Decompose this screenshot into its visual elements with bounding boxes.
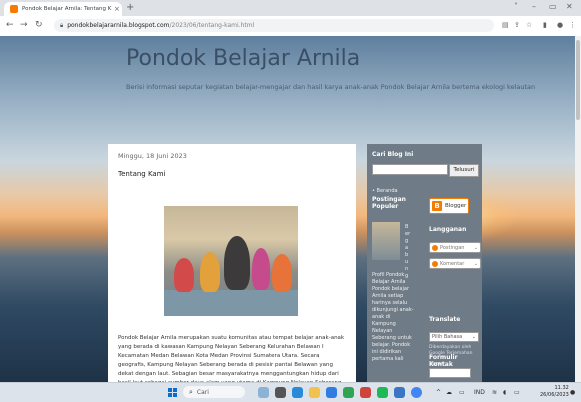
file-explorer-icon[interactable] — [309, 387, 320, 398]
tab-strip: Pondok Belajar Arnila: Tentang K × + ˅ –… — [0, 0, 581, 16]
windows-start-icon[interactable] — [168, 388, 177, 397]
start-tile — [173, 393, 177, 397]
translate-select-label: Pilih Bahasa — [432, 334, 463, 340]
app-icon[interactable] — [343, 387, 354, 398]
app-icon[interactable] — [360, 387, 371, 398]
beranda-link[interactable]: • Beranda — [372, 188, 398, 195]
lock-icon[interactable]: 🔒︎ — [60, 22, 63, 30]
chevron-down-icon: ⌄ — [471, 334, 476, 340]
chrome-icon[interactable] — [411, 387, 422, 398]
tab-title: Pondok Belajar Arnila: Tentang K — [22, 6, 112, 12]
reload-icon[interactable]: ↻ — [35, 20, 43, 30]
reader-mode-icon[interactable]: ▤ — [502, 21, 509, 29]
word-icon[interactable] — [394, 387, 405, 398]
tray-chevron-icon[interactable]: ^ — [436, 389, 441, 396]
rss-icon — [432, 244, 438, 251]
url-path: /2023/06/tentang-kami.html — [169, 22, 255, 29]
bookmark-star-icon[interactable]: ☆ — [526, 21, 532, 29]
edge-icon[interactable] — [292, 387, 303, 398]
task-view-icon[interactable] — [275, 387, 286, 398]
window-close-icon[interactable]: ✕ — [566, 2, 573, 11]
popular-posts-title: Postingan Populer — [372, 196, 406, 210]
post-date: Minggu, 18 Juni 2023 — [118, 152, 187, 160]
side-panel-icon[interactable]: ▮ — [543, 21, 547, 29]
url-host: pondokbelajararnila.blogspot.com — [67, 22, 170, 29]
child-figure — [200, 252, 220, 292]
search-button[interactable]: Telusuri — [449, 164, 479, 177]
profile-icon[interactable]: ● — [557, 21, 563, 29]
blogger-label: Blogger — [445, 203, 467, 209]
search-icon: ⌕ — [189, 387, 193, 396]
child-figure — [252, 248, 270, 290]
post-title: Tentang Kami — [118, 170, 166, 178]
beranda-label: Beranda — [376, 188, 398, 194]
blog-title[interactable]: Pondok Belajar Arnila — [126, 46, 360, 71]
tab-close-icon[interactable]: × — [114, 5, 120, 13]
share-icon[interactable]: ⇪ — [514, 21, 520, 29]
scrollbar-thumb[interactable] — [576, 40, 580, 120]
contact-name-label: Nama — [429, 361, 444, 367]
spotify-icon[interactable] — [377, 387, 388, 398]
address-bar[interactable]: 🔒︎ pondokbelajararnila.blogspot.com /202… — [54, 19, 494, 32]
blog-description: Berisi informasi seputar kegiatan belaja… — [126, 83, 536, 91]
subscribe-posts-dropdown[interactable]: Postingan ⌄ — [429, 242, 481, 253]
sub-posts-label: Postingan — [440, 244, 465, 251]
start-tile — [168, 388, 172, 392]
notification-icon[interactable]: ● — [570, 389, 575, 396]
cloud-icon[interactable]: ☁ — [446, 389, 452, 396]
sub-comments-label: Komentar — [440, 260, 465, 267]
clock-time: 11.32 — [554, 385, 569, 391]
subscribe-comments-dropdown[interactable]: Komentar ⌄ — [429, 258, 481, 269]
adult-figure — [224, 236, 250, 290]
battery-icon[interactable]: ▭ — [514, 389, 520, 396]
translate-language-select[interactable]: Pilih Bahasa ⌄ — [429, 332, 479, 342]
blogger-button[interactable]: B Blogger — [429, 198, 469, 214]
forward-icon[interactable]: → — [20, 20, 28, 30]
taskbar-clock[interactable]: 11.32 26/06/2023 — [540, 385, 569, 399]
subscribe-title: Langganan — [429, 226, 467, 233]
widgets-icon[interactable] — [258, 387, 269, 398]
volume-icon[interactable]: ◖ — [503, 389, 506, 396]
post-container: Minggu, 18 Juni 2023 Tentang Kami Pondok… — [108, 144, 356, 382]
floor-mat — [164, 290, 298, 316]
back-icon[interactable]: ← — [6, 20, 14, 30]
sidebar: Cari Blog Ini Telusuri • Beranda Posting… — [367, 144, 482, 382]
post-photo[interactable] — [164, 206, 298, 316]
maximize-icon[interactable]: ▭ — [549, 2, 557, 11]
blog-search-input[interactable] — [372, 164, 448, 175]
wifi-icon[interactable]: ≋ — [492, 389, 497, 396]
store-icon[interactable] — [326, 387, 337, 398]
menu-kebab-icon[interactable]: ⋮ — [569, 21, 576, 29]
child-figure — [272, 254, 292, 292]
taskbar: ⌕ Cari ^ ☁ ▭ IND ≋ ◖ ▭ 11.32 26/06/2023 … — [0, 382, 581, 402]
start-tile — [173, 388, 177, 392]
taskbar-search-label: Cari — [196, 388, 209, 396]
popular-post-thumbnail[interactable] — [372, 222, 400, 260]
contact-name-input[interactable] — [429, 368, 471, 378]
blogger-favicon-icon — [10, 5, 18, 13]
display-icon[interactable]: ▭ — [459, 389, 465, 396]
blogger-b-icon: B — [432, 201, 442, 211]
chevron-down-icon: ⌄ — [473, 260, 478, 267]
language-indicator[interactable]: IND — [474, 389, 485, 396]
chevron-down-icon: ⌄ — [473, 244, 478, 251]
start-tile — [168, 393, 172, 397]
search-widget-title: Cari Blog Ini — [372, 151, 414, 158]
clock-date: 26/06/2023 — [540, 392, 569, 398]
new-tab-icon[interactable]: + — [126, 2, 134, 13]
translate-title: Translate — [429, 316, 461, 323]
browser-toolbar: ← → ↻ 🔒︎ pondokbelajararnila.blogspot.co… — [0, 16, 581, 37]
browser-tab[interactable]: Pondok Belajar Arnila: Tentang K × — [4, 2, 122, 16]
page-viewport: Pondok Belajar Arnila Berisi informasi s… — [0, 36, 581, 382]
rss-icon — [432, 260, 438, 267]
post-body: Pondok Belajar Arnila merupakan suatu ko… — [118, 335, 345, 382]
minimize-icon[interactable]: – — [532, 2, 536, 11]
popular-post-snippet[interactable]: Profil Pondok Belajar Arnila Pondok bela… — [372, 272, 414, 363]
child-figure — [174, 258, 194, 292]
tab-search-chevron-icon[interactable]: ˅ — [514, 2, 518, 11]
taskbar-search[interactable]: ⌕ Cari — [183, 386, 245, 398]
